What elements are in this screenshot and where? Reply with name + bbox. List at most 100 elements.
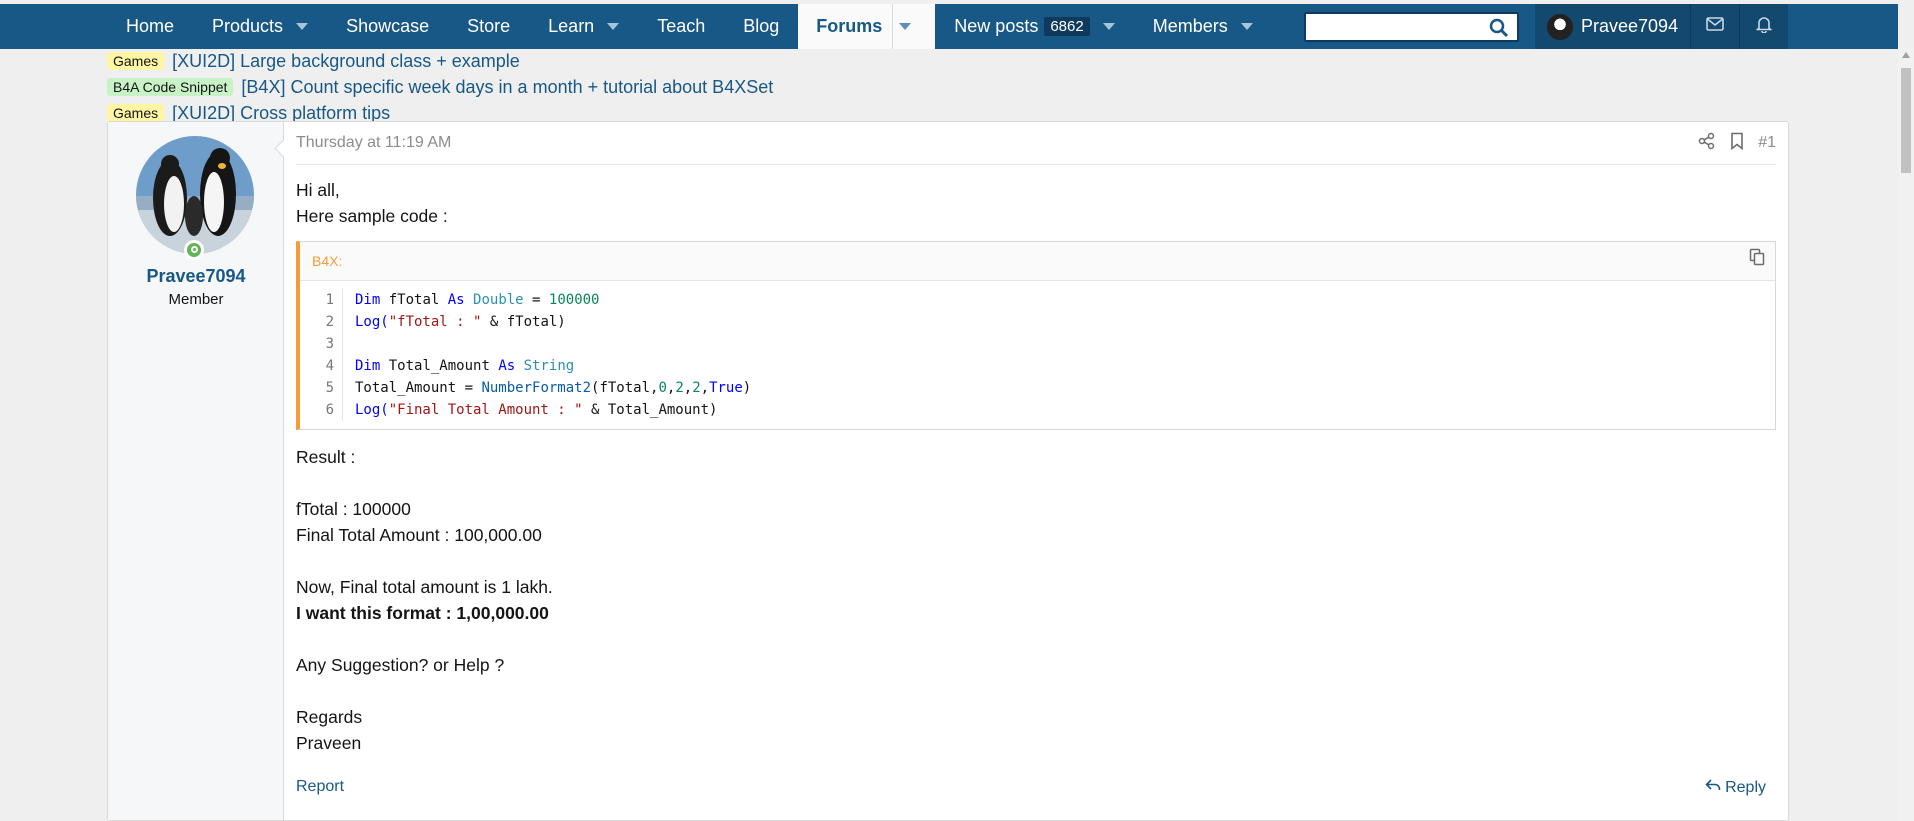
related-threads: Games [XUI2D] Large background class + e… [107,48,773,126]
tab-home[interactable]: Home [107,4,193,49]
tab-label: Store [467,16,511,36]
reply-icon [1705,778,1721,797]
post-text: Result : [296,447,356,467]
search-icon[interactable] [1489,18,1509,43]
code-text: Dim Total_Amount As String [355,358,575,374]
list-item: B4A Code Snippet [B4X] Count specific we… [107,74,773,100]
avatar[interactable] [136,136,254,254]
post-number[interactable]: #1 [1758,134,1776,152]
post-text: Regards [296,707,363,727]
top-navigation: Home Products Showcase Store Learn Teach… [0,4,1898,49]
tab-members[interactable]: Members [1134,4,1272,49]
tab-label: Products [212,16,284,36]
code-line: 2 Log("fTotal : " & fTotal) [300,311,1775,333]
post-main: Thursday at 11:19 AM #1 Hi all, Here sam… [296,122,1776,756]
code-text: Total_Amount = NumberFormat2(fTotal,0,2,… [355,380,752,396]
list-item: Games [XUI2D] Large background class + e… [107,48,773,74]
thread-prefix[interactable]: Games [107,52,165,70]
code-text: Log("Final Total Amount : " & Total_Amou… [355,402,718,418]
tab-blog[interactable]: Blog [724,4,798,49]
code-text: Dim fTotal As Double = 100000 [355,292,600,308]
inbox-button[interactable] [1690,4,1740,49]
post-text: Any Suggestion? or Help ? [296,655,505,675]
chevron-down-icon[interactable] [1102,23,1115,30]
code-block-header: B4X: [300,242,1775,281]
nav-tabs: Home Products Showcase Store Learn Teach… [107,4,1272,49]
post-footer: Report Reply [296,778,1766,797]
scroll-up-icon[interactable] [1902,52,1910,58]
code-line: 3 [300,333,1775,355]
report-link[interactable]: Report [296,778,344,797]
chevron-down-icon [899,23,912,30]
chevron-down-icon[interactable] [607,23,620,30]
tab-label: Home [126,16,175,36]
line-number: 2 [300,311,343,333]
tab-teach[interactable]: Teach [638,4,724,49]
post-text: Praveen [296,733,362,753]
reply-label: Reply [1725,778,1766,796]
line-number: 3 [300,333,343,355]
post-user-column: Pravee7094 Member [108,122,293,820]
tab-label: Teach [657,16,706,36]
post-card: Pravee7094 Member Thursday at 11:19 AM #… [107,121,1789,821]
code-line: 5 Total_Amount = NumberFormat2(fTotal,0,… [300,377,1775,399]
thread-link[interactable]: [B4X] Count specific week days in a mont… [241,77,773,98]
page-scrollbar[interactable] [1898,48,1914,821]
code-line: 4 Dim Total_Amount As String [300,355,1775,377]
tab-label: Showcase [346,16,430,36]
tab-new-posts[interactable]: New posts 6862 [935,4,1133,49]
line-number: 6 [300,399,343,421]
account-username: Pravee7094 [1581,16,1679,36]
avatar [1547,13,1573,40]
bookmark-icon[interactable] [1730,132,1744,155]
thread-link[interactable]: [XUI2D] Large background class + example [172,51,520,72]
post-actions: #1 [1698,132,1776,155]
forums-menu-toggle[interactable] [892,4,917,49]
tab-showcase[interactable]: Showcase [327,4,448,49]
new-posts-badge: 6862 [1044,17,1090,36]
scroll-thumb[interactable] [1901,68,1911,173]
share-icon[interactable] [1698,132,1716,155]
reply-button[interactable]: Reply [1705,778,1766,797]
tab-learn[interactable]: Learn [529,4,638,49]
copy-icon[interactable] [1749,248,1765,274]
thread-prefix[interactable]: B4A Code Snippet [107,78,234,96]
line-number: 1 [300,289,343,311]
post-pointer [274,139,293,158]
code-line: 1 Dim fTotal As Double = 100000 [300,289,1775,311]
line-number: 4 [300,355,343,377]
envelope-icon [1706,17,1724,36]
post-text: fTotal : 100000 [296,499,411,519]
post-header: Thursday at 11:19 AM #1 [296,122,1776,165]
code-language-label: B4X: [312,253,343,269]
code-text: Log("fTotal : " & fTotal) [355,314,566,330]
alerts-button[interactable] [1739,4,1789,49]
tab-products[interactable]: Products [193,4,327,49]
post-text: Now, Final total amount is 1 lakh. [296,577,553,597]
post-text: Here sample code : [296,206,448,226]
post-text: Hi all, [296,180,340,200]
thread-prefix[interactable]: Games [107,104,165,122]
account-menu[interactable]: Pravee7094 [1535,4,1691,49]
search-input[interactable] [1304,11,1519,43]
post-text: Final Total Amount : 100,000.00 [296,525,542,545]
code-content[interactable]: 1 Dim fTotal As Double = 100000 2 Log("f… [300,281,1775,429]
tab-label: Blog [743,16,780,36]
tab-label: New posts [954,16,1039,36]
tab-label: Members [1152,16,1228,36]
post-author[interactable]: Pravee7094 [108,266,284,287]
chevron-down-icon[interactable] [296,23,309,30]
tab-label: Learn [548,16,595,36]
tab-store[interactable]: Store [448,4,529,49]
post-body: Hi all, Here sample code : B4X: 1 Dim fT… [296,177,1776,756]
online-status-icon [184,240,204,260]
line-number: 5 [300,377,343,399]
code-line: 6 Log("Final Total Amount : " & Total_Am… [300,399,1775,421]
chevron-down-icon[interactable] [1240,23,1253,30]
post-timestamp[interactable]: Thursday at 11:19 AM [296,134,451,152]
tab-forums[interactable]: Forums [798,4,936,49]
